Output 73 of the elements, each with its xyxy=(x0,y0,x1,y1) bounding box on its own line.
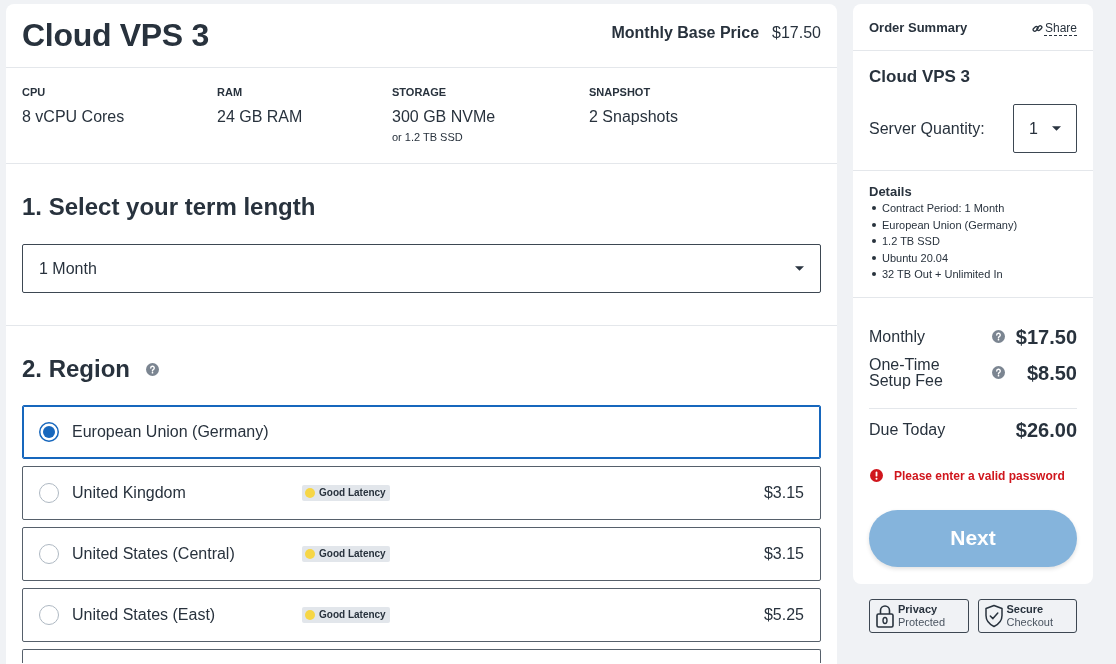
status-dot-icon xyxy=(305,610,315,620)
quantity-select[interactable]: 1 xyxy=(1013,104,1077,153)
badge-subtitle: Protected xyxy=(898,615,946,629)
region-name: United States (Central) xyxy=(72,545,236,563)
detail-item: Ubuntu 20.04 xyxy=(882,250,949,265)
lock-icon xyxy=(876,603,894,628)
radio-button[interactable] xyxy=(39,544,59,564)
quantity-label: Server Quantity: xyxy=(869,119,985,138)
latency-label: Good Latency xyxy=(319,487,386,499)
region-name: United States (East) xyxy=(72,606,217,624)
total-value: $26.00 xyxy=(1015,418,1077,441)
spec-value: 300 GB NVMe xyxy=(392,107,497,127)
bullet-icon xyxy=(872,222,876,227)
spec-value: 2 Snapshots xyxy=(589,107,679,127)
region-name: European Union (Germany) xyxy=(72,423,270,441)
error-message: Please enter a valid password xyxy=(894,467,1065,484)
price-label: One-Time Setup Fee xyxy=(869,356,944,389)
spec-label: RAM xyxy=(217,85,244,99)
price-value: $8.50 xyxy=(1025,361,1077,384)
badge-title: Privacy xyxy=(898,602,939,616)
region-option[interactable]: United Kingdom Good Latency $3.15 xyxy=(22,466,821,520)
shield-check-icon xyxy=(984,603,1003,628)
bullet-icon xyxy=(872,206,876,211)
section-heading: 1. Select your term length xyxy=(22,192,316,222)
detail-item: Contract Period: 1 Month xyxy=(882,201,1005,216)
error-icon xyxy=(870,469,883,482)
spec-label: STORAGE xyxy=(392,85,448,99)
latency-label: Good Latency xyxy=(319,548,386,560)
spec-label: SNAPSHOT xyxy=(589,85,652,99)
price-label: Monthly xyxy=(869,328,927,345)
base-price-label: Monthly Base Price xyxy=(611,23,760,42)
region-option[interactable]: United States (Central) Good Latency $3.15 xyxy=(22,527,821,581)
radio-button[interactable] xyxy=(39,605,59,625)
product-title: Cloud VPS 3 xyxy=(22,17,209,54)
bullet-icon xyxy=(872,239,876,244)
detail-item: 32 TB Out + Unlimited In xyxy=(882,267,1003,282)
section-heading: 2. Region xyxy=(22,354,130,384)
caret-icon xyxy=(795,266,804,271)
detail-item: European Union (Germany) xyxy=(882,217,1018,232)
detail-item: 1.2 TB SSD xyxy=(882,234,940,249)
status-dot-icon xyxy=(305,488,315,498)
help-icon[interactable] xyxy=(992,330,1005,343)
radio-button[interactable] xyxy=(39,422,59,442)
region-option[interactable]: European Union (Germany) xyxy=(22,405,821,459)
radio-button[interactable] xyxy=(39,483,59,503)
summary-product: Cloud VPS 3 xyxy=(869,67,972,87)
region-price: $3.15 xyxy=(763,545,804,563)
summary-title: Order Summary xyxy=(869,19,968,35)
spec-note: or 1.2 TB SSD xyxy=(392,130,464,144)
region-price: $3.15 xyxy=(763,484,804,502)
badge-subtitle: Checkout xyxy=(1006,615,1053,629)
region-option[interactable] xyxy=(22,649,821,663)
bullet-icon xyxy=(872,272,876,277)
term-select[interactable]: 1 Month xyxy=(22,244,821,293)
total-label: Due Today xyxy=(869,420,946,439)
link-icon xyxy=(1031,22,1043,34)
base-price: $17.50 xyxy=(772,23,821,42)
spec-value: 8 vCPU Cores xyxy=(22,107,126,127)
region-price: $5.25 xyxy=(763,606,804,624)
price-value: $17.50 xyxy=(1014,325,1077,348)
spec-value: 24 GB RAM xyxy=(217,107,304,127)
latency-label: Good Latency xyxy=(319,609,386,621)
status-dot-icon xyxy=(305,549,315,559)
region-option[interactable]: United States (East) Good Latency $5.25 xyxy=(22,588,821,642)
region-name: United Kingdom xyxy=(72,484,187,502)
help-icon[interactable] xyxy=(146,362,159,376)
bullet-icon xyxy=(872,255,876,260)
spec-label: CPU xyxy=(22,85,47,99)
details-heading: Details xyxy=(869,184,913,200)
help-icon[interactable] xyxy=(992,366,1005,379)
badge-title: Secure xyxy=(1006,602,1045,616)
caret-icon xyxy=(1051,126,1061,131)
share-link[interactable]: Share xyxy=(1031,21,1077,35)
